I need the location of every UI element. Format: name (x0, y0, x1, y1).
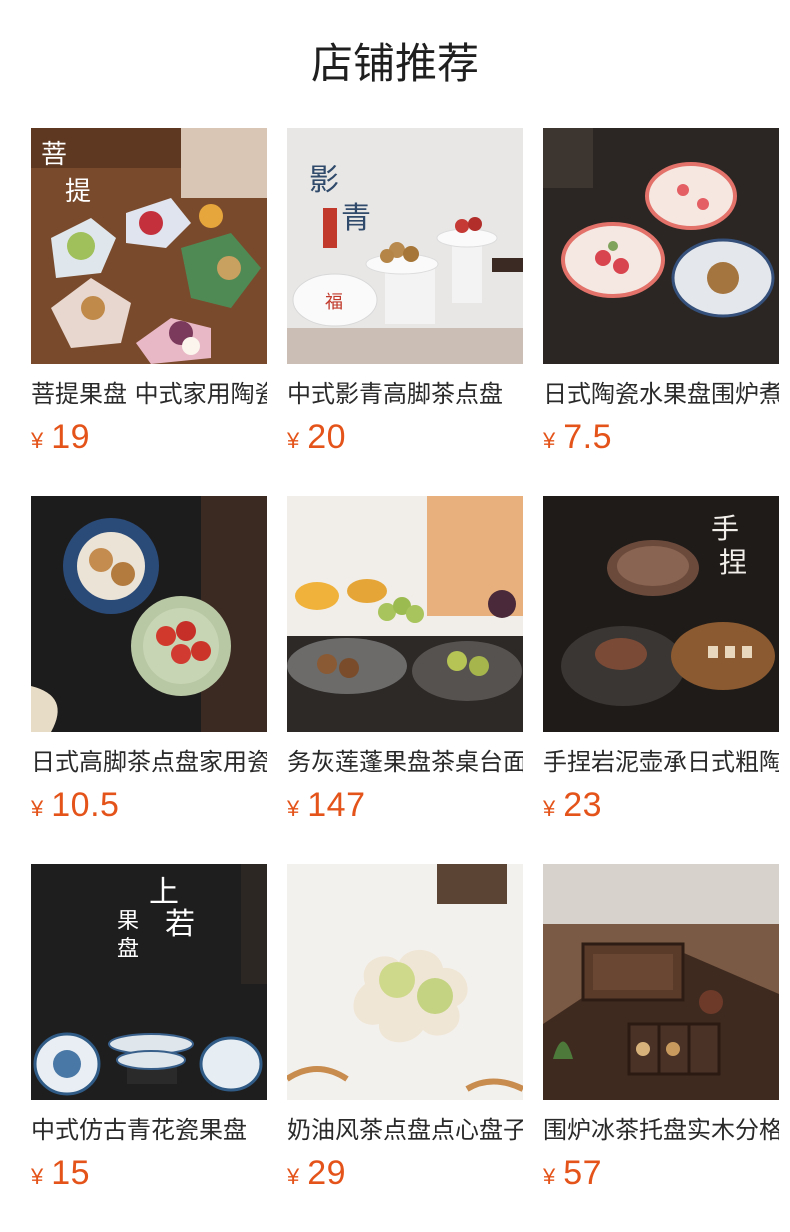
product-image[interactable]: 上 若 果 盘 (31, 864, 267, 1100)
product-card[interactable]: 日式高脚茶点盘家用瓷盘 ¥ 10.5 (31, 496, 267, 864)
product-price: ¥ 29 (287, 1154, 523, 1194)
product-card[interactable]: 围炉冰茶托盘实木分格 ¥ 57 (543, 864, 779, 1232)
currency-symbol: ¥ (31, 796, 44, 821)
product-name[interactable]: 奶油风茶点盘点心盘子 (287, 1114, 523, 1146)
product-image[interactable]: 福 影 青 (287, 128, 523, 364)
svg-text:盘: 盘 (117, 937, 139, 962)
svg-text:捏: 捏 (719, 546, 747, 579)
product-card[interactable]: 菩 提 菩提果盘 中式家用陶瓷果盘 ¥ 19 (31, 128, 267, 496)
product-name[interactable]: 中式影青高脚茶点盘 (287, 378, 523, 410)
product-image[interactable] (31, 496, 267, 732)
currency-symbol: ¥ (543, 1164, 556, 1189)
svg-text:手: 手 (711, 512, 739, 545)
product-image[interactable]: 菩 提 (31, 128, 267, 364)
svg-text:上: 上 (149, 875, 179, 910)
product-image[interactable] (287, 496, 523, 732)
product-image[interactable] (287, 864, 523, 1100)
product-card[interactable]: 福 影 青 中式影青高脚茶点盘 ¥ 20 (287, 128, 523, 496)
product-price: ¥ 10.5 (31, 786, 267, 826)
svg-text:青: 青 (341, 201, 371, 236)
price-value: 15 (51, 1154, 91, 1192)
product-price: ¥ 19 (31, 418, 267, 458)
price-value: 29 (307, 1154, 347, 1192)
currency-symbol: ¥ (31, 1164, 44, 1189)
product-image[interactable]: 手 捏 (543, 496, 779, 732)
product-name[interactable]: 务灰莲蓬果盘茶桌台面 (287, 746, 523, 778)
product-card[interactable]: 上 若 果 盘 中式仿古青花瓷果盘 ¥ 15 (31, 864, 267, 1232)
price-value: 7.5 (563, 418, 613, 456)
product-card[interactable]: 手 捏 手捏岩泥壶承日式粗陶 ¥ 23 (543, 496, 779, 864)
price-value: 19 (51, 418, 91, 456)
svg-text:提: 提 (65, 177, 91, 207)
product-price: ¥ 57 (543, 1154, 779, 1194)
currency-symbol: ¥ (287, 1164, 300, 1189)
page-title: 店铺推荐 (310, 39, 479, 88)
product-name[interactable]: 围炉冰茶托盘实木分格 (543, 1114, 779, 1146)
product-name[interactable]: 日式高脚茶点盘家用瓷盘 (31, 746, 267, 778)
product-price: ¥ 23 (543, 786, 779, 826)
svg-text:福: 福 (325, 292, 343, 313)
currency-symbol: ¥ (287, 796, 300, 821)
svg-text:影: 影 (309, 163, 339, 198)
price-value: 10.5 (51, 786, 120, 824)
svg-text:菩: 菩 (41, 140, 67, 170)
currency-symbol: ¥ (543, 796, 556, 821)
svg-text:若: 若 (165, 907, 195, 942)
currency-symbol: ¥ (543, 428, 556, 453)
shop-recommendation-page: 店铺推荐 菩 提 菩提果盘 中式家用陶瓷 ¥ 19 福 影 青 中式影青高脚茶点… (0, 0, 790, 1232)
product-image[interactable] (543, 128, 779, 364)
price-value: 57 (563, 1154, 603, 1192)
price-value: 147 (307, 786, 366, 824)
price-value: 23 (563, 786, 603, 824)
product-grid: 菩 提 菩提果盘 中式家用陶瓷果盘 ¥ 19 福 (31, 128, 790, 1232)
currency-symbol: ¥ (31, 428, 44, 453)
product-price: ¥ 147 (287, 786, 523, 826)
currency-symbol: ¥ (287, 428, 300, 453)
product-name[interactable]: 中式仿古青花瓷果盘 (31, 1114, 267, 1146)
product-image[interactable] (543, 864, 779, 1100)
product-card[interactable]: 务灰莲蓬果盘茶桌台面 ¥ 147 (287, 496, 523, 864)
product-name[interactable]: 手捏岩泥壶承日式粗陶 (543, 746, 779, 778)
product-price: ¥ 15 (31, 1154, 267, 1194)
product-price: ¥ 20 (287, 418, 523, 458)
product-card[interactable]: 日式陶瓷水果盘围炉煮茶 ¥ 7.5 (543, 128, 779, 496)
svg-text:果: 果 (117, 909, 139, 934)
product-name[interactable]: 菩提果盘 中式家用陶瓷果盘 (31, 378, 267, 410)
product-name[interactable]: 日式陶瓷水果盘围炉煮茶 (543, 378, 779, 410)
product-card[interactable]: 奶油风茶点盘点心盘子 ¥ 29 (287, 864, 523, 1232)
price-value: 20 (307, 418, 347, 456)
product-price: ¥ 7.5 (543, 418, 779, 458)
